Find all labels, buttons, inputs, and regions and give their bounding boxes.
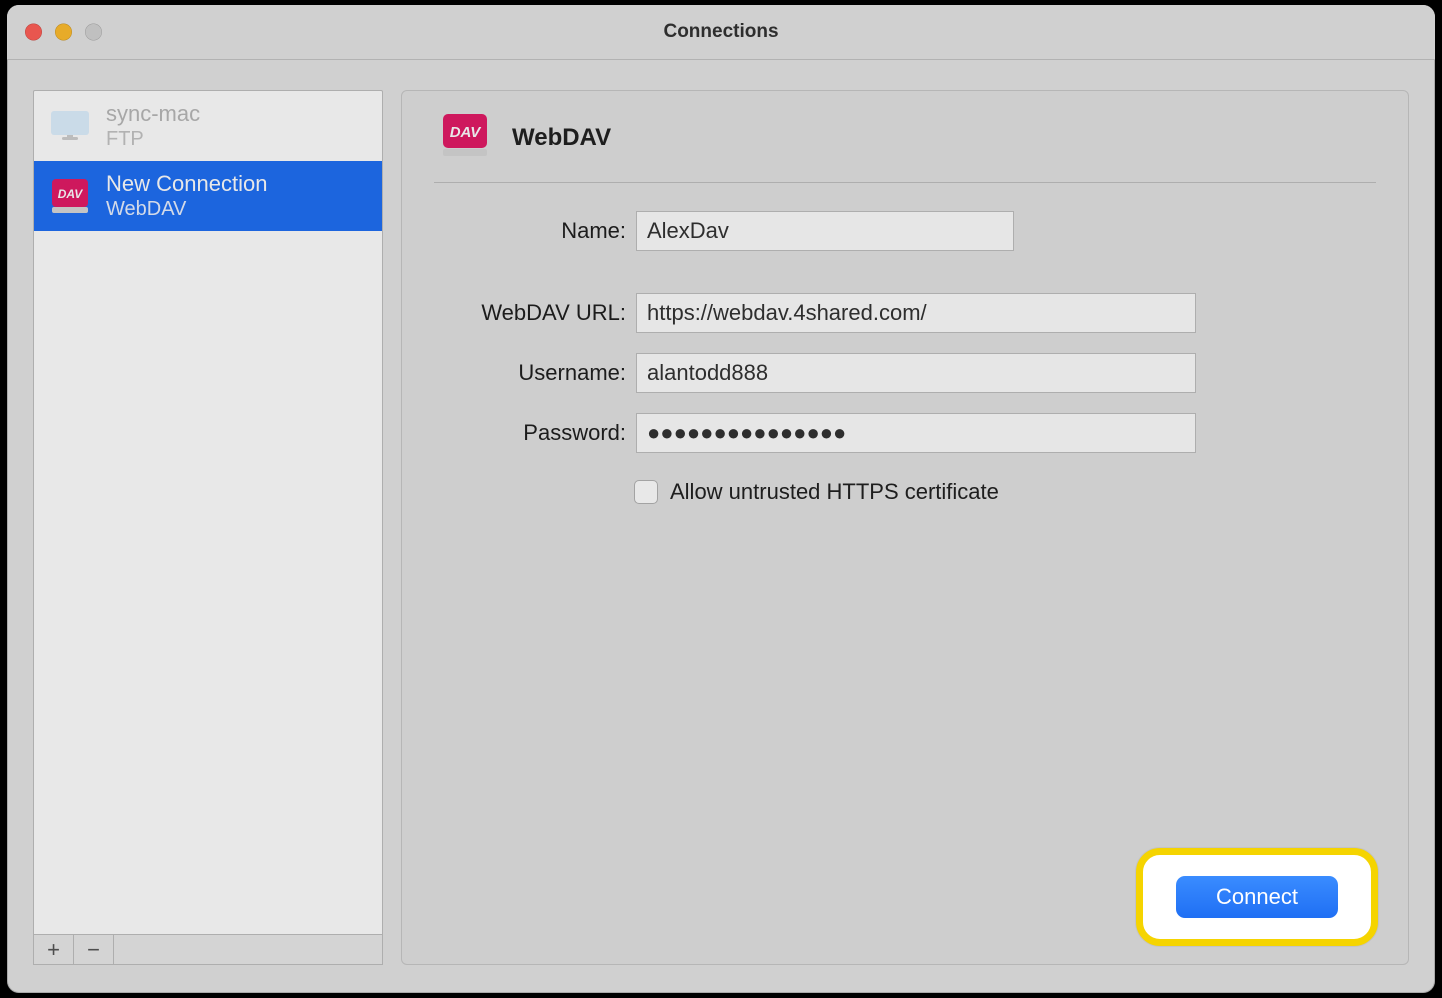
connection-form: Name: WebDAV URL: Username: Password: bbox=[434, 211, 1376, 505]
window-title: Connections bbox=[663, 21, 778, 43]
row-username: Username: bbox=[434, 353, 1376, 393]
titlebar: Connections bbox=[7, 5, 1435, 60]
monitor-icon bbox=[48, 107, 92, 145]
label-username: Username: bbox=[434, 360, 626, 386]
sidebar-item-protocol: FTP bbox=[106, 127, 200, 151]
sidebar-item-new-connection[interactable]: DAV New Connection WebDAV bbox=[34, 161, 382, 231]
password-field[interactable] bbox=[636, 413, 1196, 453]
connect-highlight: Connect bbox=[1136, 848, 1378, 946]
label-url: WebDAV URL: bbox=[434, 300, 626, 326]
name-field[interactable] bbox=[636, 211, 1014, 251]
sidebar-footer: + − bbox=[33, 935, 383, 965]
minimize-window-button[interactable] bbox=[55, 24, 72, 41]
label-name: Name: bbox=[434, 218, 626, 244]
svg-text:DAV: DAV bbox=[58, 187, 83, 201]
connections-window: Connections sync-mac FTP bbox=[7, 5, 1435, 993]
remove-connection-button[interactable]: − bbox=[74, 935, 114, 964]
allow-untrusted-checkbox[interactable] bbox=[634, 480, 658, 504]
webdav-icon: DAV bbox=[440, 111, 490, 164]
sidebar-item-label: New Connection bbox=[106, 171, 267, 197]
username-field[interactable] bbox=[636, 353, 1196, 393]
svg-text:DAV: DAV bbox=[450, 124, 483, 141]
row-name: Name: bbox=[434, 211, 1376, 251]
row-allow-untrusted: Allow untrusted HTTPS certificate bbox=[634, 479, 1376, 505]
sidebar-item-protocol: WebDAV bbox=[106, 197, 267, 221]
close-window-button[interactable] bbox=[25, 24, 42, 41]
add-connection-button[interactable]: + bbox=[34, 935, 74, 964]
sidebar: sync-mac FTP DAV New Connection bbox=[33, 90, 383, 965]
window-controls bbox=[25, 24, 102, 41]
webdav-icon: DAV bbox=[48, 177, 92, 215]
detail-panel: DAV WebDAV Name: WebDAV URL: Username: bbox=[401, 90, 1409, 965]
sidebar-item-sync-mac[interactable]: sync-mac FTP bbox=[34, 91, 382, 161]
detail-header: DAV WebDAV bbox=[434, 111, 1376, 183]
webdav-url-field[interactable] bbox=[636, 293, 1196, 333]
label-password: Password: bbox=[434, 420, 626, 446]
connect-button[interactable]: Connect bbox=[1176, 876, 1338, 918]
sidebar-item-label: sync-mac bbox=[106, 101, 200, 127]
connections-list: sync-mac FTP DAV New Connection bbox=[33, 90, 383, 935]
label-allow-untrusted: Allow untrusted HTTPS certificate bbox=[670, 479, 999, 505]
detail-title: WebDAV bbox=[512, 124, 611, 152]
row-url: WebDAV URL: bbox=[434, 293, 1376, 333]
window-body: sync-mac FTP DAV New Connection bbox=[7, 60, 1435, 993]
zoom-window-button[interactable] bbox=[85, 24, 102, 41]
row-password: Password: bbox=[434, 413, 1376, 453]
